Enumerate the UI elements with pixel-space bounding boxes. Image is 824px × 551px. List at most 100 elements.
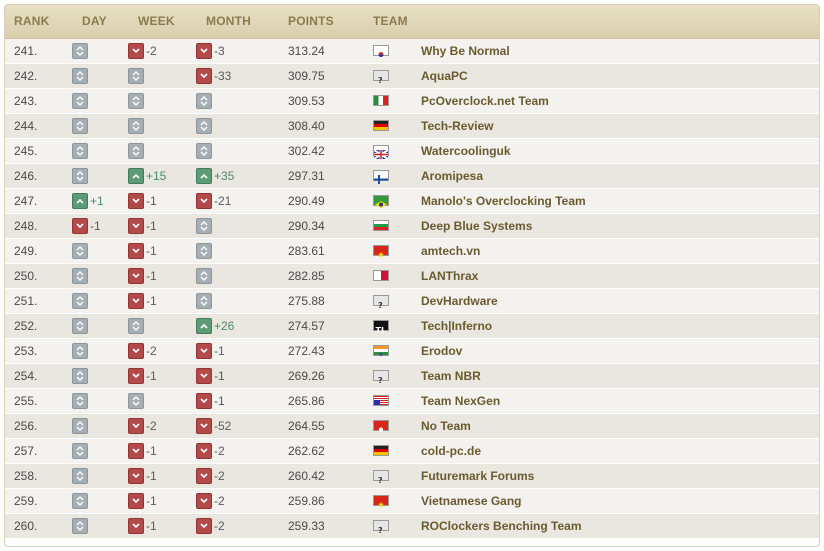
week-down-icon — [128, 418, 144, 434]
month-change: -2 — [214, 519, 225, 533]
team-link[interactable]: Team NexGen — [421, 394, 500, 408]
team-link[interactable]: Deep Blue Systems — [421, 219, 532, 233]
week-change: -2 — [146, 344, 157, 358]
rank-value: 246. — [14, 169, 38, 183]
month-change: -21 — [214, 194, 232, 208]
month-change: -33 — [214, 69, 232, 83]
rank-value: 248. — [14, 219, 38, 233]
day-unchanged-icon — [72, 168, 88, 184]
unknown-flag-icon: ? — [373, 295, 389, 310]
ranking-table: RANK DAY WEEK MONTH POINTS TEAM 241. -2 -3… — [4, 4, 820, 547]
month-down-icon — [196, 468, 212, 484]
table-row: 248. -1 -1 290.34 Deep Blue Systems — [5, 214, 819, 239]
table-row: 241. -2 -3 313.24 Why Be Normal — [5, 39, 819, 64]
table-row: 258. -1 -2 260.42? Futuremark Forums — [5, 464, 819, 489]
table-row: 245. 302.42 Watercoolinguk — [5, 139, 819, 164]
month-unchanged-icon — [196, 218, 212, 234]
rank-value: 247. — [14, 194, 38, 208]
team-link[interactable]: Team NBR — [421, 369, 481, 383]
table-row: 256. -2 -52 264.55 No Team — [5, 414, 819, 439]
svg-text:?: ? — [378, 526, 383, 534]
team-link[interactable]: Tech|Inferno — [421, 319, 492, 333]
week-change: -1 — [146, 444, 157, 458]
day-unchanged-icon — [72, 268, 88, 284]
table-row: 244. 308.40 Tech-Review — [5, 114, 819, 139]
rank-value: 255. — [14, 394, 38, 408]
week-down-icon — [128, 343, 144, 359]
table-row: 242. -33 309.75? AquaPC — [5, 64, 819, 89]
day-unchanged-icon — [72, 368, 88, 384]
week-unchanged-icon — [128, 393, 144, 409]
month-down-icon — [196, 343, 212, 359]
team-link[interactable]: Why Be Normal — [421, 44, 510, 58]
team-link[interactable]: Tech-Review — [421, 119, 493, 133]
points-value: 259.33 — [288, 519, 325, 533]
table-header: RANK DAY WEEK MONTH POINTS TEAM — [5, 5, 819, 39]
week-up-icon — [128, 168, 144, 184]
month-change: -1 — [214, 369, 225, 383]
month-unchanged-icon — [196, 143, 212, 159]
team-link[interactable]: ROClockers Benching Team — [421, 519, 582, 533]
points-value: 264.55 — [288, 419, 325, 433]
month-down-icon — [196, 193, 212, 209]
svg-text:?: ? — [378, 76, 383, 84]
month-change: -3 — [214, 44, 225, 58]
team-link[interactable]: LANThrax — [421, 269, 478, 283]
week-change: -1 — [146, 219, 157, 233]
points-value: 308.40 — [288, 119, 325, 133]
bulgaria-flag-icon — [373, 220, 389, 231]
week-down-icon — [128, 443, 144, 459]
table-row: 251. -1 275.88? DevHardware — [5, 289, 819, 314]
rank-value: 259. — [14, 494, 38, 508]
team-link[interactable]: amtech.vn — [421, 244, 480, 258]
points-value: 290.34 — [288, 219, 325, 233]
table-row: 254. -1 -1 269.26? Team NBR — [5, 364, 819, 389]
rank-value: 251. — [14, 294, 38, 308]
rank-value: 243. — [14, 94, 38, 108]
svg-text:TI: TI — [376, 326, 384, 334]
header-day[interactable]: DAY — [82, 14, 107, 28]
brazil-flag-icon — [373, 195, 389, 208]
month-down-icon — [196, 393, 212, 409]
week-change: -1 — [146, 469, 157, 483]
month-change: -2 — [214, 469, 225, 483]
team-link[interactable]: Watercoolinguk — [421, 144, 511, 158]
month-change: -1 — [214, 344, 225, 358]
header-month[interactable]: MONTH — [206, 14, 251, 28]
points-value: 302.42 — [288, 144, 325, 158]
week-down-icon — [128, 193, 144, 209]
month-up-icon — [196, 318, 212, 334]
week-down-icon — [128, 493, 144, 509]
table-row: 252. +26 274.57 TI Tech|Inferno — [5, 314, 819, 339]
day-unchanged-icon — [72, 93, 88, 109]
team-link[interactable]: Erodov — [421, 344, 462, 358]
table-row: 253. -2 -1 272.43 Erodov — [5, 339, 819, 364]
month-down-icon — [196, 443, 212, 459]
team-link[interactable]: AquaPC — [421, 69, 468, 83]
header-team[interactable]: TEAM — [373, 14, 408, 28]
team-link[interactable]: Vietnamese Gang — [421, 494, 522, 508]
header-week[interactable]: WEEK — [138, 14, 175, 28]
points-value: 272.43 — [288, 344, 325, 358]
header-points[interactable]: POINTS — [288, 14, 334, 28]
team-link[interactable]: Manolo's Overclocking Team — [421, 194, 586, 208]
day-unchanged-icon — [72, 468, 88, 484]
team-logo-icon: TI — [373, 320, 389, 335]
day-change: -1 — [90, 219, 101, 233]
table-row: 255. -1 265.86 Team NexGen — [5, 389, 819, 414]
points-value: 309.53 — [288, 94, 325, 108]
day-change: +1 — [90, 194, 104, 208]
points-value: 269.26 — [288, 369, 325, 383]
team-link[interactable]: Futuremark Forums — [421, 469, 534, 483]
team-link[interactable]: cold-pc.de — [421, 444, 481, 458]
week-change: -1 — [146, 494, 157, 508]
table-row: 250. -1 282.85 LANThrax — [5, 264, 819, 289]
team-link[interactable]: Aromipesa — [421, 169, 483, 183]
team-link[interactable]: PcOverclock.net Team — [421, 94, 549, 108]
header-rank[interactable]: RANK — [14, 14, 49, 28]
team-link[interactable]: DevHardware — [421, 294, 498, 308]
malta-flag-icon — [373, 270, 389, 281]
rank-value: 254. — [14, 369, 38, 383]
points-value: 262.62 — [288, 444, 325, 458]
team-link[interactable]: No Team — [421, 419, 471, 433]
